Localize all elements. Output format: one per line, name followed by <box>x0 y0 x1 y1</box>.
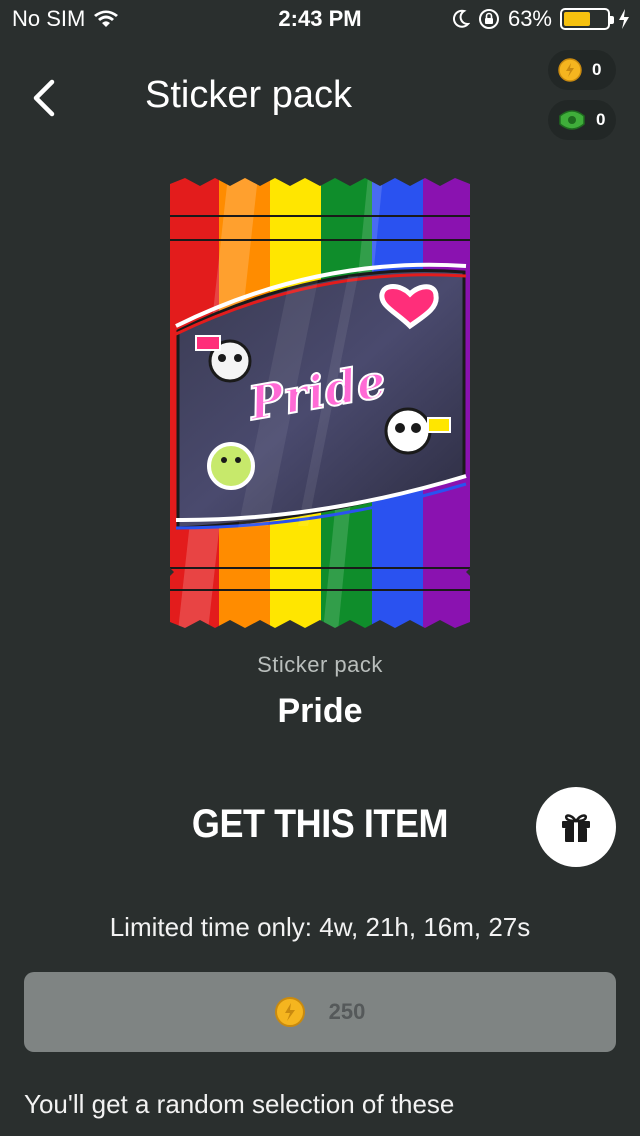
rotation-lock-icon <box>478 9 499 29</box>
gift-icon <box>562 814 590 842</box>
sticker-pack-image: Pride <box>168 176 472 631</box>
get-item-heading: GET THIS ITEM <box>191 802 449 846</box>
buy-price: 250 <box>328 999 366 1024</box>
moon-icon <box>452 9 470 28</box>
battery-fill <box>564 12 591 26</box>
cash-icon <box>559 110 585 130</box>
back-button[interactable] <box>24 74 68 122</box>
random-selection-text: You'll get a random selection of these <box>24 1089 455 1119</box>
coins-balance[interactable]: 0 <box>548 50 616 90</box>
coins-count: 0 <box>592 60 602 79</box>
cash-balance[interactable]: 0 <box>548 100 616 140</box>
pack-name: Pride <box>277 692 363 730</box>
buy-button[interactable]: 250 <box>24 972 616 1052</box>
battery-icon <box>560 8 614 30</box>
status-bar: No SIM 2:43 PM 63% <box>0 0 640 40</box>
page-title: Sticker pack <box>145 74 352 116</box>
coin-icon <box>274 997 305 1027</box>
limited-time-text: Limited time only: 4w, 21h, 16m, 27s <box>109 912 531 942</box>
back-chevron-icon <box>33 79 55 117</box>
status-right: 63% <box>452 6 630 32</box>
gift-button[interactable] <box>536 787 616 867</box>
coin-icon <box>558 58 582 82</box>
charging-bolt-icon <box>619 9 629 29</box>
cash-count: 0 <box>596 110 606 129</box>
battery-percent: 63% <box>507 6 552 31</box>
pack-subtitle: Sticker pack <box>257 652 383 677</box>
